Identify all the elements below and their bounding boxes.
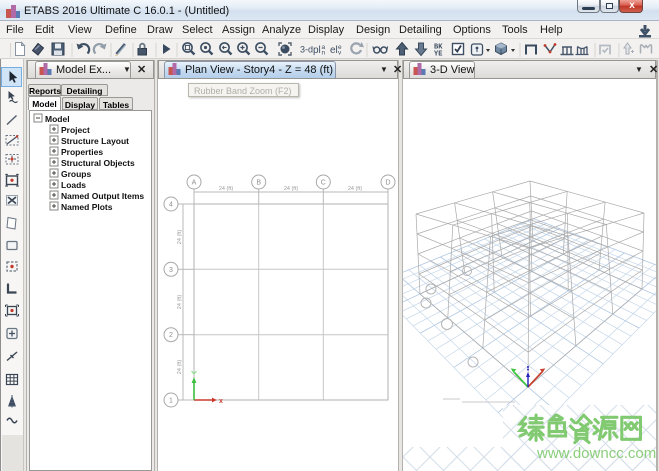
svg-text:Named Plots: Named Plots: [61, 202, 113, 212]
svg-text:3-d: 3-d: [300, 45, 313, 55]
svg-text:24 (ft): 24 (ft): [219, 186, 234, 192]
svg-text:C: C: [321, 180, 326, 187]
svg-text:A: A: [192, 180, 197, 187]
svg-text:Properties: Properties: [61, 147, 103, 157]
svg-text:Groups: Groups: [61, 169, 91, 179]
svg-text:pl: pl: [313, 45, 321, 56]
svg-text:Structure Layout: Structure Layout: [61, 136, 129, 146]
svg-text:1: 1: [169, 398, 173, 405]
svg-text:Named Output Items: Named Output Items: [61, 191, 144, 201]
svg-text:www.downcc.com: www.downcc.com: [536, 445, 656, 462]
svg-text:Model: Model: [45, 114, 70, 124]
svg-text:3: 3: [169, 267, 173, 274]
svg-text:24 (ft): 24 (ft): [177, 360, 183, 375]
svg-text:24 (ft): 24 (ft): [348, 186, 363, 192]
svg-text:D: D: [385, 180, 390, 187]
svg-text:Loads: Loads: [61, 180, 86, 190]
svg-text:el: el: [330, 45, 338, 56]
svg-text:B: B: [256, 180, 261, 187]
svg-text:4: 4: [169, 202, 173, 209]
svg-text:Structural Objects: Structural Objects: [61, 158, 135, 168]
svg-text:n: n: [322, 50, 326, 57]
svg-text:Project: Project: [61, 125, 90, 135]
svg-text:24 (ft): 24 (ft): [177, 295, 183, 310]
svg-text:YE: YE: [434, 51, 442, 59]
svg-text:24 (ft): 24 (ft): [177, 230, 183, 245]
svg-text:x: x: [219, 398, 223, 405]
svg-text:24 (ft): 24 (ft): [284, 186, 299, 192]
svg-text:2: 2: [169, 332, 173, 339]
